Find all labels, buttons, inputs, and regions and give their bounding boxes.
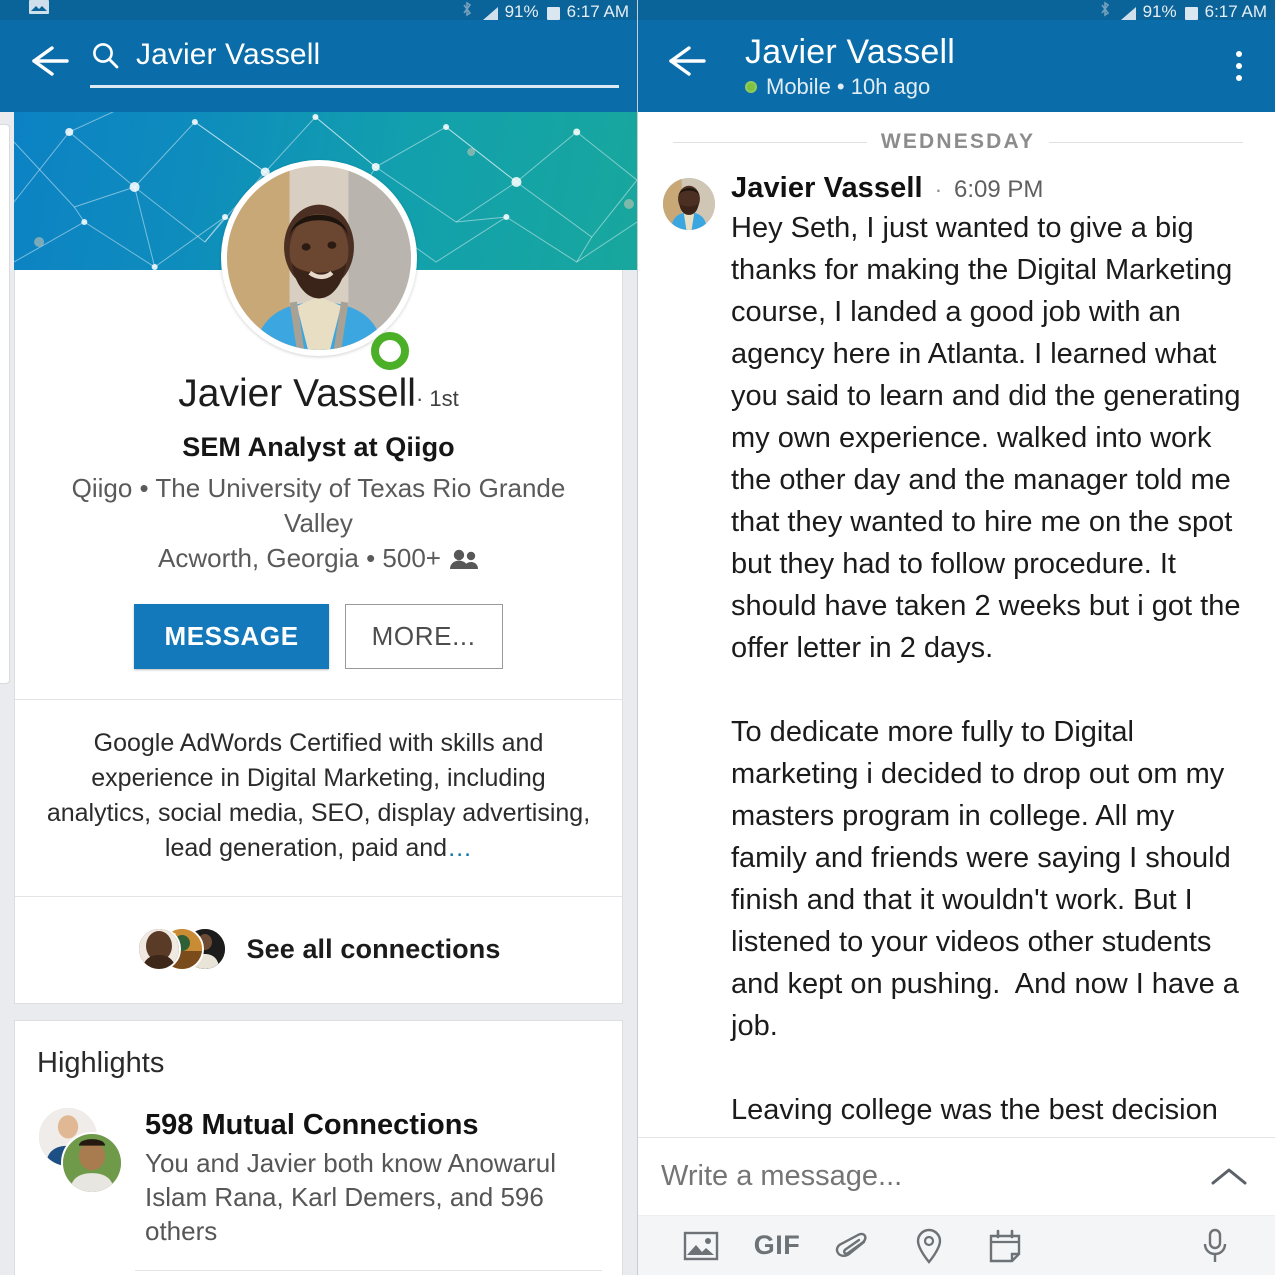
profile-meta-line-2-row: Acworth, Georgia • 500+ <box>35 541 602 576</box>
bluetooth-icon-right <box>1099 1 1111 20</box>
status-bar-left: 91% 6:17 AM <box>0 0 637 20</box>
message-button[interactable]: MESSAGE <box>134 604 329 669</box>
search-appbar: Javier Vassell <box>0 20 637 112</box>
highlight-heading: 598 Mutual Connections <box>145 1109 479 1141</box>
mutual-connections-avatars <box>37 1106 123 1194</box>
battery-percent: 91% <box>504 2 539 20</box>
highlight-mutual-connections[interactable]: 598 Mutual Connections You and Javier bo… <box>35 1088 602 1270</box>
signal-icon <box>482 7 498 20</box>
battery-percent-right: 91% <box>1142 2 1177 20</box>
profile-panel: 91% 6:17 AM Javier Vassell Javier Vassel… <box>0 0 637 1275</box>
see-all-connections-row[interactable]: See all connections <box>35 897 602 1003</box>
previous-screen-peek <box>0 124 10 684</box>
online-dot-icon <box>745 81 757 93</box>
message-header: Javier Vassell · 6:09 PM <box>731 172 1257 205</box>
mutual-avatar-2 <box>61 1132 123 1194</box>
signal-icon-right <box>1120 7 1136 20</box>
profile-summary[interactable]: Google AdWords Certified with skills and… <box>35 700 602 896</box>
message-item: Javier Vassell · 6:09 PM Hey Seth, I jus… <box>659 166 1257 1137</box>
day-separator-label: WEDNESDAY <box>880 130 1036 153</box>
message-separator: · <box>934 177 943 202</box>
calendar-icon[interactable] <box>967 1216 1043 1275</box>
message-body: Javier Vassell · 6:09 PM Hey Seth, I jus… <box>731 172 1257 1137</box>
gif-icon[interactable]: GIF <box>739 1216 815 1275</box>
clock: 6:17 AM <box>566 2 629 20</box>
profile-meta-line-2: Acworth, Georgia • 500+ <box>158 543 441 573</box>
thread-title: Javier Vassell <box>745 33 956 71</box>
highlight-subtext: You and Javier both know Anowarul Islam … <box>145 1148 556 1246</box>
message-author: Javier Vassell <box>731 172 923 204</box>
profile-name: Javier Vassell <box>178 372 416 415</box>
thread-title-wrapper[interactable]: Javier Vassell Mobile • 10h ago <box>745 32 1219 100</box>
search-underline <box>90 84 619 88</box>
day-separator-line-right <box>1049 141 1244 143</box>
battery-icon-right <box>1184 7 1198 20</box>
online-status-ring <box>370 332 409 370</box>
message-composer: GIF <box>637 1137 1275 1275</box>
connection-thumb-1 <box>136 927 181 971</box>
thread-scroll-area[interactable]: WEDNESDAY Javier Vassell · 6:09 PM Hey S… <box>637 112 1275 1137</box>
composer-input-row <box>637 1138 1275 1216</box>
highlight-body: 598 Mutual Connections You and Javier bo… <box>145 1106 600 1248</box>
message-input[interactable] <box>661 1160 1205 1193</box>
card-gap <box>0 1004 637 1020</box>
message-time: 6:09 PM <box>954 176 1044 203</box>
clock-right: 6:17 AM <box>1204 2 1267 20</box>
overflow-menu-icon[interactable] <box>1219 40 1259 92</box>
highlight-new-position: Javier started a new position as SEM Ana… <box>35 1271 602 1275</box>
back-arrow-icon[interactable] <box>20 40 72 92</box>
day-separator-line-left <box>673 141 867 143</box>
message-avatar[interactable] <box>663 178 715 230</box>
app-screen: 91% 6:17 AM Javier Vassell Javier Vassel… <box>0 0 1275 1275</box>
highlights-title: Highlights <box>37 1047 165 1079</box>
see-all-connections-label: See all connections <box>246 933 501 964</box>
connections-icon <box>449 548 479 570</box>
battery-icon <box>546 7 560 20</box>
highlights-card: Highlights 598 Mutual Connections You an… <box>14 1020 623 1275</box>
thread-subtitle-row: Mobile • 10h ago <box>745 74 1219 100</box>
connection-thumbnails <box>136 927 229 971</box>
search-input[interactable]: Javier Vassell <box>136 38 320 71</box>
photo-icon[interactable] <box>663 1216 739 1275</box>
attachment-icon[interactable] <box>815 1216 891 1275</box>
profile-scroll-area[interactable]: Javier Vassell· 1st SEM Analyst at Qiigo… <box>0 112 637 1275</box>
chevron-up-icon[interactable] <box>1205 1153 1253 1201</box>
back-arrow-icon-thread[interactable] <box>657 40 709 92</box>
status-image-icon <box>28 0 50 20</box>
thread-subtitle: Mobile • 10h ago <box>766 74 931 99</box>
search-field-wrapper[interactable]: Javier Vassell <box>90 38 619 94</box>
panel-divider <box>637 0 638 1275</box>
profile-name-row: Javier Vassell· 1st <box>35 370 602 423</box>
profile-headline: SEM Analyst at Qiigo <box>182 432 455 462</box>
profile-card: Javier Vassell· 1st SEM Analyst at Qiigo… <box>14 160 623 1004</box>
message-text: Hey Seth, I just wanted to give a big th… <box>731 212 1241 1137</box>
connection-degree: · 1st <box>415 386 459 411</box>
profile-summary-text: Google AdWords Certified with skills and… <box>46 729 591 862</box>
profile-meta-line-1: Qiigo • The University of Texas Rio Gran… <box>71 473 566 538</box>
summary-more-link[interactable]: … <box>447 834 472 862</box>
status-bar-right: 91% 6:17 AM <box>637 0 1275 20</box>
avatar[interactable] <box>220 160 417 356</box>
location-icon[interactable] <box>891 1216 967 1275</box>
thread-appbar: Javier Vassell Mobile • 10h ago <box>637 20 1275 112</box>
profile-actions: MESSAGE MORE... <box>35 604 602 699</box>
composer-toolbar: GIF <box>637 1216 1275 1275</box>
day-separator: WEDNESDAY <box>659 112 1257 166</box>
search-icon <box>90 40 120 70</box>
bluetooth-icon <box>461 1 473 20</box>
more-button[interactable]: MORE... <box>344 604 503 669</box>
message-thread-panel: 91% 6:17 AM Javier Vassell Mobile • 10h … <box>637 0 1275 1275</box>
microphone-icon[interactable] <box>1177 1216 1253 1275</box>
